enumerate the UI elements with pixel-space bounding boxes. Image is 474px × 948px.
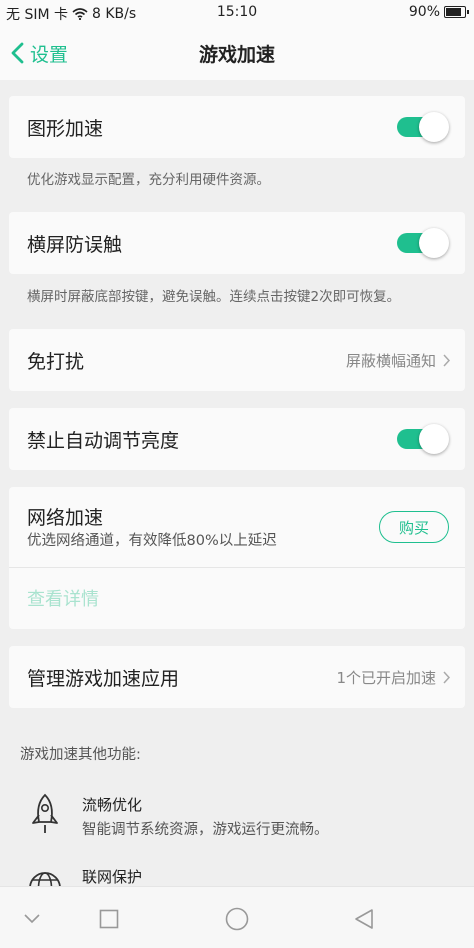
- divider: [9, 567, 465, 568]
- disable-auto-brightness-toggle[interactable]: [397, 424, 449, 454]
- collapse-button[interactable]: [14, 901, 50, 937]
- toggle-knob: [419, 112, 449, 142]
- status-right: 90%: [408, 4, 469, 20]
- feature-title: 联网保护: [82, 868, 143, 886]
- manage-apps-value: 1个已开启加速: [336, 667, 451, 688]
- no-disturb-value: 屏蔽横幅通知: [346, 350, 451, 371]
- triangle-back-icon: [355, 909, 373, 929]
- landscape-guard-row[interactable]: 横屏防误触: [9, 212, 465, 274]
- manage-apps-value-text: 1个已开启加速: [336, 669, 436, 687]
- feature-desc: 智能调节系统资源，游戏运行更流畅。: [82, 822, 329, 838]
- feature-title: 流畅优化: [82, 796, 143, 814]
- status-time: 15:10: [216, 4, 258, 20]
- other-features-heading: 游戏加速其他功能:: [20, 747, 141, 763]
- system-navigation-bar: [0, 886, 474, 948]
- battery-percent: 90%: [408, 4, 440, 20]
- home-button[interactable]: [219, 901, 255, 937]
- graphics-boost-label: 图形加速: [27, 118, 104, 140]
- graphics-boost-row[interactable]: 图形加速: [9, 96, 465, 158]
- rocket-icon: [32, 793, 58, 833]
- landscape-guard-toggle[interactable]: [397, 228, 449, 258]
- square-icon: [99, 909, 119, 929]
- toggle-knob: [419, 228, 449, 258]
- chevron-right-icon: [443, 354, 451, 367]
- network-boost-label: 网络加速: [27, 507, 104, 529]
- status-bar: 无 SIM 卡 8 KB/s 15:10 90%: [0, 0, 474, 26]
- page-title: 游戏加速: [198, 44, 275, 66]
- disable-auto-brightness-row[interactable]: 禁止自动调节亮度: [9, 408, 465, 470]
- battery-icon: [444, 6, 469, 18]
- back-nav-button[interactable]: [346, 901, 382, 937]
- circle-icon: [225, 907, 249, 931]
- view-details-link[interactable]: 查看详情: [27, 585, 99, 611]
- toggle-knob: [419, 424, 449, 454]
- graphics-boost-desc: 优化游戏显示配置，充分利用硬件资源。: [27, 172, 270, 188]
- network-boost-card: 网络加速 优选网络通道，有效降低80%以上延迟 购买 查看详情: [9, 487, 465, 629]
- disable-auto-brightness-label: 禁止自动调节亮度: [27, 430, 180, 452]
- chevron-right-icon: [443, 671, 451, 684]
- no-disturb-label: 免打扰: [27, 351, 85, 373]
- graphics-boost-toggle[interactable]: [397, 112, 449, 142]
- network-boost-desc: 优选网络通道，有效降低80%以上延迟: [27, 533, 277, 549]
- landscape-guard-label: 横屏防误触: [27, 234, 123, 256]
- no-disturb-value-text: 屏蔽横幅通知: [345, 352, 436, 370]
- battery-fill: [446, 8, 462, 16]
- landscape-guard-desc: 横屏时屏蔽底部按键，避免误触。连续点击按键2次即可恢复。: [27, 289, 401, 305]
- manage-apps-row[interactable]: 管理游戏加速应用 1个已开启加速: [9, 646, 465, 708]
- settings-content: 图形加速 优化游戏显示配置，充分利用硬件资源。 横屏防误触 横屏时屏蔽底部按键，…: [0, 80, 474, 886]
- buy-button[interactable]: 购买: [379, 511, 449, 543]
- recents-button[interactable]: [91, 901, 127, 937]
- globe-icon: [29, 872, 61, 886]
- navigation-bar: 设置 游戏加速: [0, 26, 474, 80]
- manage-apps-label: 管理游戏加速应用: [27, 668, 180, 690]
- chevron-down-icon: [24, 914, 40, 924]
- feature-item-smooth: 流畅优化 智能调节系统资源，游戏运行更流畅。: [0, 788, 474, 844]
- feature-item-network-protect: 联网保护: [0, 860, 474, 886]
- no-disturb-row[interactable]: 免打扰 屏蔽横幅通知: [9, 329, 465, 391]
